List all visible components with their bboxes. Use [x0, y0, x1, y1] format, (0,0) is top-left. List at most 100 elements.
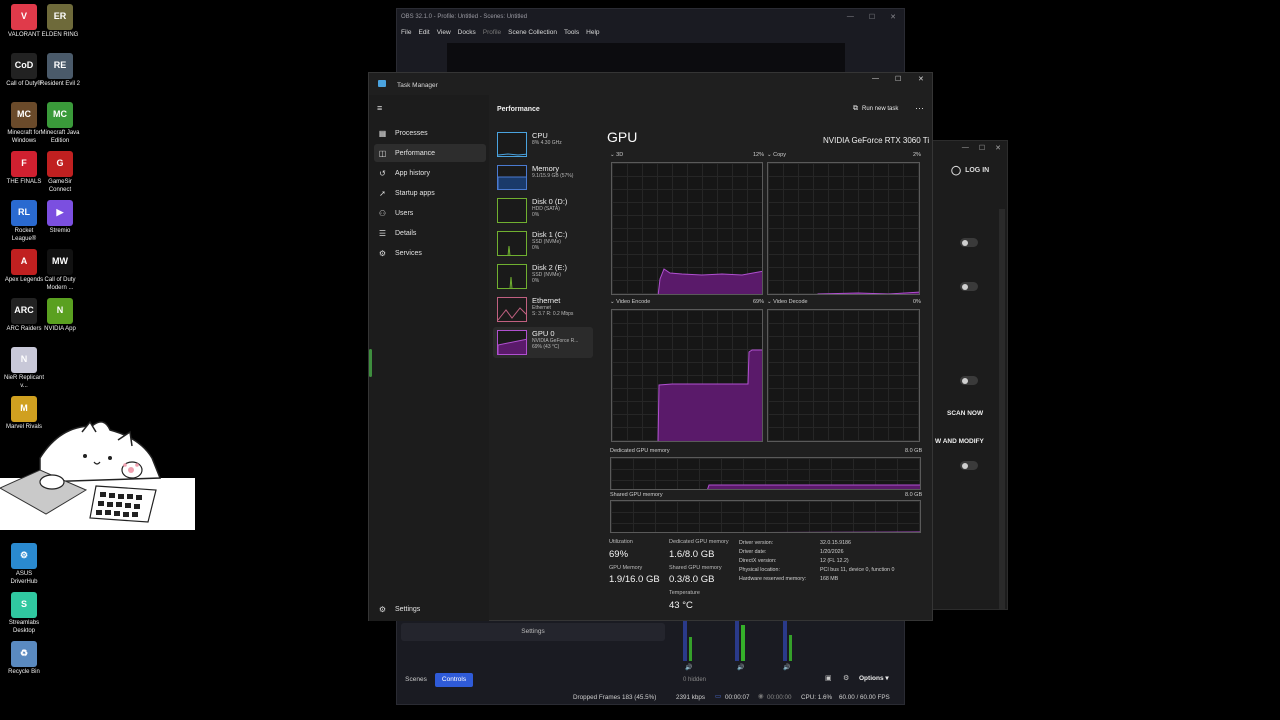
app-icon: N [11, 347, 37, 373]
resource-thumbnail-graph [497, 330, 527, 355]
desktop-icon[interactable]: ♻ Recycle Bin [2, 641, 46, 677]
desktop-icon[interactable]: ▶ Stremio [38, 200, 82, 236]
graph-dedicated-mem [610, 457, 921, 490]
run-new-task-button[interactable]: ⧉ Run new task [853, 105, 898, 113]
resource-detail: 0% [532, 278, 540, 284]
minimize-icon[interactable]: — [962, 144, 969, 152]
tm-title: Task Manager [397, 82, 438, 89]
gear-icon[interactable]: ⚙ [843, 674, 859, 686]
app-icon: ▶ [47, 200, 73, 226]
toggle-switch[interactable] [960, 376, 978, 385]
scan-now-button[interactable]: SCAN NOW [947, 410, 983, 417]
menu-file[interactable]: File [401, 29, 411, 36]
obs-settings-button[interactable]: Settings [401, 623, 665, 641]
nav-label: Users [395, 209, 414, 217]
volume-icon[interactable]: 🔊 [737, 664, 744, 671]
scrollbar[interactable] [999, 209, 1005, 609]
gpu-heading: GPU [607, 129, 638, 145]
desktop-icon[interactable]: MW Call of Duty Modern ... [38, 249, 82, 292]
nav-startup-apps[interactable]: ➚ Startup apps [374, 184, 486, 202]
desktop-icon[interactable]: ⚙ ASUS DriverHub [2, 543, 46, 586]
driver-info-value: 32.0.15.9186 [820, 540, 851, 546]
nav-services[interactable]: ⚙ Services [374, 244, 486, 262]
side-app-window: — ☐ ✕ ◯ LOG IN SCAN NOW W AND MODIFY [930, 140, 1008, 610]
desktop-icon[interactable]: ER ELDEN RING [38, 4, 82, 40]
graph-3d-line [657, 268, 762, 294]
engine-selector[interactable]: ⌄ Copy [767, 152, 786, 158]
minimize-icon[interactable]: — [847, 13, 854, 21]
toggle-switch[interactable] [960, 282, 978, 291]
close-icon[interactable]: ✕ [995, 144, 1001, 152]
maximize-icon[interactable]: ☐ [895, 75, 901, 83]
maximize-icon[interactable]: ☐ [869, 13, 875, 21]
menu-tools[interactable]: Tools [564, 29, 579, 36]
resource-disk-0[interactable]: Disk 0 (D:) HDD (SATA) 0% [493, 195, 593, 226]
options-button[interactable]: Options ▾ [859, 674, 901, 687]
resource-name: GPU 0 [532, 329, 555, 338]
run-task-icon: ⧉ [853, 105, 858, 112]
menu-edit[interactable]: Edit [418, 29, 429, 36]
tab-scenes[interactable]: Scenes [401, 673, 431, 687]
desktop-icon[interactable]: G GameSir Connect [38, 151, 82, 194]
nav-settings[interactable]: ⚙ Settings [374, 600, 486, 618]
engine-selector[interactable]: ⌄ 3D [610, 152, 623, 158]
driver-info-value: 12 (FL 12.2) [820, 558, 849, 564]
hamburger-menu-icon[interactable]: ≡ [377, 103, 382, 113]
desktop-icon[interactable]: RE Resident Evil 2 [38, 53, 82, 89]
resource-memory[interactable]: Memory 9.1/15.9 GB (57%) [493, 162, 593, 193]
menu-scene-collection[interactable]: Scene Collection [508, 29, 557, 36]
startup-icon: ➚ [379, 188, 386, 198]
nav-details[interactable]: ☰ Details [374, 224, 486, 242]
resource-disk-2[interactable]: Disk 2 (E:) SSD (NVMe) 0% [493, 261, 593, 292]
menu-profile[interactable]: Profile [483, 29, 501, 36]
volume-icon[interactable]: 🔊 [685, 664, 692, 671]
side-window-controls: — ☐ ✕ [962, 144, 1001, 152]
desktop-icon[interactable]: N NieR Replicant v... [2, 347, 46, 390]
resource-name: Ethernet [532, 296, 561, 305]
more-options-icon[interactable]: ⋯ [915, 103, 924, 114]
resource-cpu[interactable]: CPU 8% 4.30 GHz [493, 129, 593, 160]
nav-processes[interactable]: ▦ Processes [374, 124, 486, 142]
minimize-icon[interactable]: — [872, 75, 879, 82]
menu-docks[interactable]: Docks [458, 29, 476, 36]
engine-selector[interactable]: ⌄ Video Encode [610, 299, 650, 305]
nav-users[interactable]: ⚇ Users [374, 204, 486, 222]
resource-ethernet[interactable]: Ethernet Ethernet S: 3.7 R: 0.2 Mbps [493, 294, 593, 325]
close-icon[interactable]: ✕ [918, 75, 924, 83]
shared-mem-stat-label: Shared GPU memory [669, 565, 722, 571]
menu-help[interactable]: Help [586, 29, 599, 36]
app-icon: S [11, 592, 37, 618]
engine-selector[interactable]: ⌄ Video Decode [767, 299, 808, 305]
desktop-icon[interactable]: N NVIDIA App [38, 298, 82, 334]
menu-view[interactable]: View [437, 29, 451, 36]
desktop-icon[interactable]: MC Minecraft Java Edition [38, 102, 82, 145]
graph-3d [611, 162, 763, 295]
nav-performance[interactable]: ◫ Performance [374, 144, 486, 162]
graph-shared-mem [610, 500, 921, 533]
toggle-switch[interactable] [960, 238, 978, 247]
recording-icon: ▭ [715, 693, 721, 700]
resource-text: Memory 9.1/15.9 GB (57%) [532, 162, 573, 193]
engine-encode-pct: 69% [753, 299, 765, 305]
close-icon[interactable]: ✕ [890, 13, 896, 21]
resource-gpu-0[interactable]: GPU 0 NVIDIA GeForce R... 69% (43 °C) [493, 327, 593, 358]
nav-app-history[interactable]: ↺ App history [374, 164, 486, 182]
engine-decode-label: Video Decode [773, 299, 808, 305]
layout-icon[interactable]: ▣ [825, 674, 841, 686]
app-icon: F [11, 151, 37, 177]
driver-info-value: 1/20/2026 [820, 549, 844, 555]
app-icon: A [11, 249, 37, 275]
nav-label: Details [395, 229, 417, 237]
app-icon: MW [47, 249, 73, 275]
fps: 60.00 / 60.00 FPS [839, 694, 890, 701]
volume-icon[interactable]: 🔊 [783, 664, 790, 671]
toggle-switch[interactable] [960, 461, 978, 470]
maximize-icon[interactable]: ☐ [979, 144, 985, 152]
details-icon: ☰ [378, 228, 387, 238]
login-button[interactable]: ◯ LOG IN [951, 165, 989, 176]
resource-disk-1[interactable]: Disk 1 (C:) SSD (NVMe) 0% [493, 228, 593, 259]
app-icon: G [47, 151, 73, 177]
desktop-icon[interactable]: S Streamlabs Desktop [2, 592, 46, 635]
hidden-count: 0 hidden [683, 677, 707, 683]
tab-controls[interactable]: Controls [435, 673, 473, 687]
